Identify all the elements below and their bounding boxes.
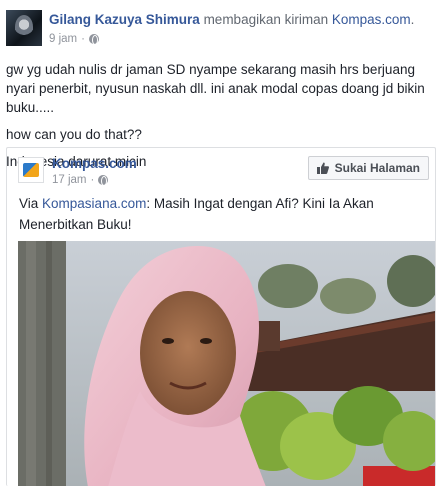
poster-line: Gilang Kazuya Shimura membagikan kiriman… bbox=[49, 12, 414, 27]
post-action-punctuation: . bbox=[410, 12, 415, 27]
page-name-link[interactable]: Kompas.com bbox=[52, 156, 137, 171]
thumbs-up-icon bbox=[316, 162, 329, 174]
like-page-button[interactable]: Sukai Halaman bbox=[307, 156, 429, 180]
shared-post-timestamp[interactable]: 17 jam bbox=[52, 174, 87, 186]
kompasiana-link[interactable]: Kompasiana.com bbox=[42, 196, 146, 211]
post-header: Gilang Kazuya Shimura membagikan kiriman… bbox=[0, 0, 436, 52]
post-timestamp[interactable]: 9 jam bbox=[49, 33, 77, 45]
like-page-label: Sukai Halaman bbox=[334, 161, 420, 175]
shared-post-meta: 17 jam · bbox=[52, 174, 109, 186]
post-action-text: membagikan kiriman bbox=[203, 12, 329, 27]
post-paragraph: gw yg udah nulis dr jaman SD nyampe seka… bbox=[6, 62, 425, 115]
author-name-link[interactable]: Gilang Kazuya Shimura bbox=[49, 12, 200, 27]
meta-separator: · bbox=[90, 174, 95, 186]
post-paragraph: how can you do that?? bbox=[6, 127, 142, 142]
shared-from-link[interactable]: Kompas.com bbox=[332, 12, 411, 27]
share-text-prefix: Via bbox=[19, 196, 43, 211]
public-audience-icon[interactable] bbox=[98, 175, 109, 186]
shared-post-card: Kompas.com 17 jam · Sukai Halaman Via Ko… bbox=[6, 147, 436, 486]
article-photo[interactable] bbox=[18, 241, 435, 486]
page-avatar[interactable] bbox=[18, 157, 44, 183]
public-audience-icon[interactable] bbox=[88, 34, 99, 45]
meta-separator: · bbox=[81, 33, 85, 45]
author-avatar[interactable] bbox=[6, 10, 42, 46]
post-meta: 9 jam · bbox=[49, 33, 99, 45]
shared-post-text: Via Kompasiana.com: Masih Ingat dengan A… bbox=[19, 193, 429, 235]
